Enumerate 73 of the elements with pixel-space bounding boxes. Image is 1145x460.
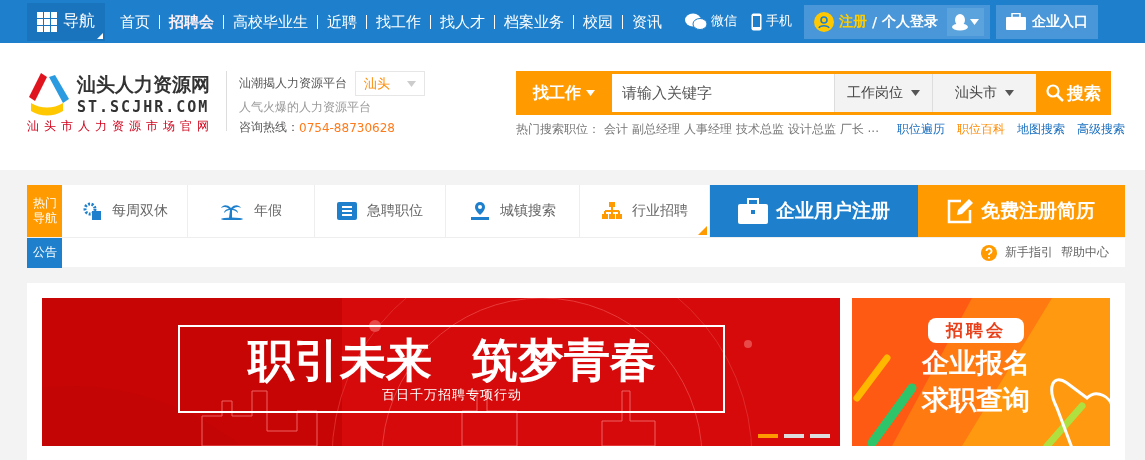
nav-link[interactable]: 校园 (573, 14, 622, 29)
nav-link[interactable]: 首页 (111, 14, 159, 29)
banner-text: 求职查询 (922, 383, 1030, 417)
briefcase-icon (737, 198, 768, 224)
search-link[interactable]: 职位遍历 (897, 121, 945, 138)
search-icon (1045, 84, 1064, 102)
search-link[interactable]: 高级搜索 (1077, 121, 1125, 138)
nav-menu-button[interactable]: 导航 (27, 2, 105, 41)
caret-icon (970, 18, 980, 25)
position-dropdown[interactable]: 工作岗位 (833, 74, 932, 112)
mobile-link[interactable]: 手机 (751, 12, 792, 31)
phone-icon (751, 12, 762, 31)
notice-label: 公告 (27, 237, 62, 268)
hot-search-term[interactable]: 厂长 (839, 121, 864, 138)
briefcase-icon (1006, 13, 1027, 30)
main-banner[interactable]: 职引未来 筑梦青春 百日千万招聘专项行动 (42, 298, 840, 446)
banner-headline: 筑梦青春 (471, 334, 656, 386)
nav-link[interactable]: 近聘 (317, 14, 366, 29)
hot-nav-item[interactable]: 年假 (188, 185, 315, 237)
hotline-number: 0754-88730628 (299, 120, 395, 135)
help-icon (981, 244, 997, 261)
wechat-link[interactable]: 微信 (685, 12, 737, 31)
nav-link[interactable]: 找工作 (366, 14, 430, 29)
nav-link[interactable]: 招聘会 (159, 14, 223, 29)
banner-badge: 招聘会 (928, 318, 1024, 343)
hot-nav-item[interactable]: 每周双休 (62, 185, 188, 237)
map-pin-icon (469, 201, 490, 221)
login-link[interactable]: 个人登录 (882, 12, 939, 31)
hot-search-term[interactable]: 副总经理 (631, 121, 680, 138)
hot-nav-item[interactable]: 城镇搜索 (446, 185, 580, 237)
nav-link[interactable]: 档案业务 (494, 14, 573, 29)
help-link[interactable]: 帮助中心 (1061, 244, 1109, 261)
banner-text: 企业报名 (922, 346, 1030, 380)
site-domain: ST.SCJHR.COM (77, 98, 210, 116)
hot-search-term[interactable]: ... (867, 121, 879, 138)
hot-search-term[interactable]: 会计 (603, 121, 628, 138)
hot-search-term[interactable]: 设计总监 (787, 121, 836, 138)
grid-icon (37, 11, 57, 32)
hot-search-label: 热门搜索职位： (515, 121, 600, 138)
edit-icon (947, 198, 974, 224)
separator-text: / (872, 13, 878, 30)
enterprise-register-button[interactable]: 企业用户注册 (710, 185, 918, 237)
enterprise-login-button[interactable]: 企业入口 (996, 4, 1099, 39)
help-link[interactable]: 新手指引 (1005, 244, 1053, 261)
nav-link[interactable]: 找人才 (430, 14, 494, 29)
palm-tree-icon (220, 202, 244, 220)
caret-icon (585, 90, 595, 96)
platform-text: 汕潮揭人力资源平台 (239, 75, 347, 92)
city-dropdown[interactable]: 汕头 (355, 71, 425, 96)
hot-search-term[interactable]: 技术总监 (735, 121, 784, 138)
banner-headline: 职引未来 (247, 334, 432, 386)
banner-subtitle: 百日千万招聘专项行动 (381, 386, 522, 404)
nav-link[interactable]: 高校毕业生 (223, 14, 317, 29)
wechat-icon (685, 12, 707, 31)
tagline-text: 人气火爆的人力资源平台 (239, 99, 372, 116)
city-dropdown[interactable]: 汕头市 (931, 74, 1036, 112)
hot-search-term[interactable]: 人事经理 (683, 121, 732, 138)
caret-icon (910, 90, 920, 96)
hot-nav-item[interactable]: 急聘职位 (315, 185, 446, 237)
search-link[interactable]: 地图搜索 (1017, 121, 1065, 138)
caret-icon (407, 80, 416, 87)
search-link[interactable]: 职位百科 (957, 121, 1005, 138)
hot-nav-label: 热门导航 (27, 185, 62, 237)
site-title: 汕头人力资源网 (77, 72, 210, 97)
qq-login-button[interactable] (947, 7, 985, 36)
user-icon (814, 11, 834, 32)
nav-link[interactable]: 资讯 (622, 14, 671, 29)
search-field[interactable]: 请输入关键字 (611, 74, 834, 112)
hotline-label: 咨询热线： (239, 119, 299, 136)
org-chart-icon (601, 202, 622, 220)
site-slogan: 汕头市人力资源市场官网 (27, 118, 214, 135)
caret-icon (1004, 90, 1014, 96)
side-banner[interactable]: 招聘会 企业报名 求职查询 (852, 298, 1110, 446)
